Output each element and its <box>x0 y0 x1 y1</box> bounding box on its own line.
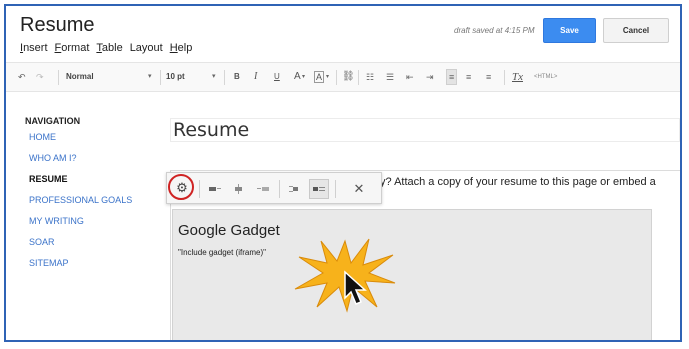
nav-item-sitemap[interactable]: SITEMAP <box>29 258 69 268</box>
text-color-dropdown-icon[interactable]: ▾ <box>302 69 305 85</box>
menu-layout[interactable]: Layout <box>130 42 163 54</box>
menu-layout-label: Layout <box>129 42 163 54</box>
nav-item-soar[interactable]: SOAR <box>29 237 55 247</box>
toolbar-divider <box>160 70 161 85</box>
align-left-icon[interactable]: ≡ <box>446 69 458 85</box>
highlight-button[interactable]: A <box>314 71 325 83</box>
wrap-text-glyph <box>313 187 325 191</box>
toolbar-divider <box>336 70 337 85</box>
menu-help[interactable]: Help <box>170 42 193 54</box>
align-left-icon[interactable] <box>205 179 225 199</box>
page-title-field[interactable]: Resume <box>170 118 680 142</box>
gadget-toolbar-divider <box>279 180 280 198</box>
wrap-inline-glyph <box>289 186 298 192</box>
save-button[interactable]: Save <box>543 18 596 43</box>
font-size-select[interactable]: 10 pt <box>166 69 185 85</box>
bulleted-list-icon[interactable]: ☰ <box>386 69 394 85</box>
underline-button[interactable]: U <box>274 69 280 85</box>
outdent-icon[interactable]: ⇤ <box>406 69 414 85</box>
wrap-text-icon[interactable] <box>309 179 329 199</box>
page-title: Resume <box>173 119 250 141</box>
italic-button[interactable]: I <box>254 69 257 85</box>
menu-table-rest: able <box>101 42 123 54</box>
gadget-toolbar-divider <box>335 180 336 198</box>
formatting-toolbar: ↶ ↷ Normal ▾ 10 pt ▾ B I U A ▾ A ▾ ⛓ ☷ ☰… <box>6 62 680 92</box>
nav-item-who-am-i[interactable]: WHO AM I? <box>29 153 77 163</box>
gear-highlight-ring <box>168 174 194 200</box>
nav-item-home[interactable]: HOME <box>29 132 56 142</box>
bold-button[interactable]: B <box>234 69 240 85</box>
html-button[interactable]: <HTML> <box>534 69 557 85</box>
toolbar-divider <box>358 70 359 85</box>
body-text: y? Attach a copy of your resume to this … <box>380 176 656 188</box>
toolbar-divider <box>58 70 59 85</box>
nav-item-resume[interactable]: RESUME <box>29 174 68 184</box>
draft-status: draft saved at 4:15 PM <box>454 26 535 35</box>
menu-insert[interactable]: Insert <box>20 42 48 54</box>
style-dropdown-icon[interactable]: ▾ <box>148 69 152 85</box>
toolbar-divider <box>224 70 225 85</box>
undo-icon[interactable]: ↶ <box>18 69 26 85</box>
link-icon[interactable]: ⛓ <box>342 69 355 85</box>
size-dropdown-icon[interactable]: ▾ <box>212 69 216 85</box>
page-title-header: Resume <box>20 14 95 36</box>
menu-table[interactable]: Table <box>96 42 122 54</box>
nav-item-my-writing[interactable]: MY WRITING <box>29 216 84 226</box>
menu-help-rest: elp <box>177 42 193 54</box>
align-right-icon[interactable]: ≡ <box>486 69 491 85</box>
align-center-glyph <box>235 184 242 194</box>
indent-icon[interactable]: ⇥ <box>426 69 434 85</box>
close-icon[interactable]: ✕ <box>349 179 369 199</box>
editor-window: Resume Insert Format Table Layout Help d… <box>4 4 682 342</box>
numbered-list-icon[interactable]: ☷ <box>366 69 374 85</box>
align-right-glyph <box>257 187 269 191</box>
gadget-toolbar: ⚙ ✕ <box>166 172 382 204</box>
redo-icon[interactable]: ↷ <box>36 69 44 85</box>
menu-insert-rest: nsert <box>23 42 48 54</box>
align-center-icon[interactable] <box>229 179 249 199</box>
style-select[interactable]: Normal <box>66 69 94 85</box>
cancel-button[interactable]: Cancel <box>603 18 669 43</box>
menu-bar: Insert Format Table Layout Help <box>20 42 192 54</box>
gadget-title: Google Gadget <box>178 222 280 239</box>
highlight-dropdown-icon[interactable]: ▾ <box>326 69 329 85</box>
menu-format[interactable]: Format <box>55 42 90 54</box>
clear-formatting-button[interactable]: Tx <box>512 69 523 85</box>
gadget-toolbar-divider <box>199 180 200 198</box>
toolbar-divider <box>504 70 505 85</box>
navigation-heading: NAVIGATION <box>25 116 81 126</box>
align-center-icon[interactable]: ≡ <box>466 69 471 85</box>
menu-format-rest: ormat <box>61 42 90 54</box>
align-right-icon[interactable] <box>253 179 273 199</box>
text-color-button[interactable]: A <box>294 69 301 85</box>
wrap-inline-icon[interactable] <box>285 179 305 199</box>
cursor-arrow-shape <box>344 270 367 305</box>
mouse-cursor-icon <box>344 270 367 305</box>
gadget-subtitle: "Include gadget (iframe)" <box>178 248 266 257</box>
align-left-glyph <box>209 187 221 191</box>
nav-item-professional-goals[interactable]: PROFESSIONAL GOALS <box>29 195 132 205</box>
